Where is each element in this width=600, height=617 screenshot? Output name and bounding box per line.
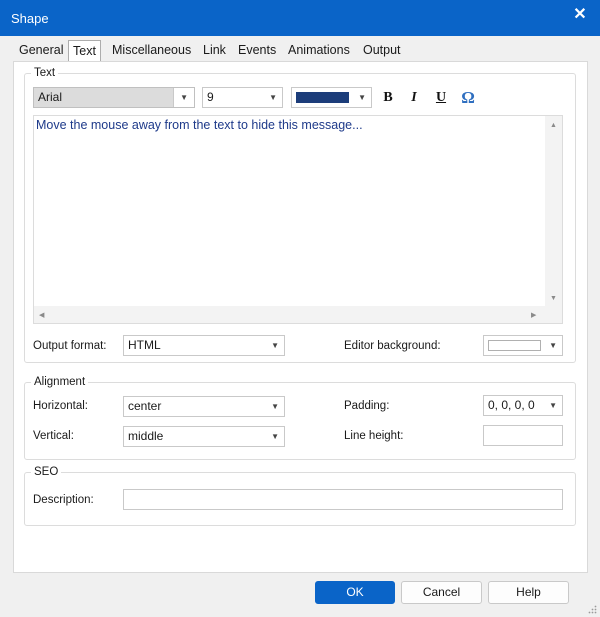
underline-button[interactable]: U [432,89,450,107]
window-title: Shape [11,11,49,26]
vertical-align-value: middle [128,429,164,443]
chevron-down-icon: ▼ [549,401,557,410]
chevron-down-icon: ▼ [358,93,366,102]
horizontal-label: Horizontal: [33,400,88,412]
tab-animations[interactable]: Animations [286,42,352,62]
ok-button[interactable]: OK [315,581,395,604]
line-height-input[interactable] [483,425,563,446]
scroll-left-icon[interactable]: ◀ [39,311,44,319]
padding-value: 0, 0, 0, 0 [488,398,535,412]
alignment-group [24,382,576,460]
vertical-label: Vertical: [33,430,74,442]
chevron-down-icon: ▼ [271,402,279,411]
font-size-select[interactable]: 9 ▼ [202,87,283,108]
output-format-value: HTML [128,338,161,352]
seo-group-label: SEO [31,466,62,478]
tab-general[interactable]: General [17,42,65,62]
insert-symbol-button[interactable]: Ω [459,89,477,107]
tab-text[interactable]: Text [68,40,101,62]
output-format-select[interactable]: HTML ▼ [123,335,285,356]
font-family-value: Arial [38,90,63,104]
text-group-label: Text [31,67,59,79]
bold-button[interactable]: B [379,89,397,107]
scroll-up-icon[interactable]: ▲ [550,122,557,129]
resize-grip-icon[interactable] [587,604,597,614]
tab-link[interactable]: Link [201,42,228,62]
chevron-down-icon: ▼ [180,93,188,102]
horizontal-align-select[interactable]: center ▼ [123,396,285,417]
text-editor[interactable]: Move the mouse away from the text to hid… [33,115,563,324]
vertical-scrollbar[interactable]: ▲ ▼ [545,116,562,307]
output-format-label: Output format: [33,340,107,352]
close-icon[interactable]: ✕ [570,5,590,25]
shape-dialog: Shape ✕ General Text Miscellaneous Link … [0,0,600,617]
line-height-label: Line height: [344,430,404,442]
vertical-align-select[interactable]: middle ▼ [123,426,285,447]
tab-events[interactable]: Events [236,42,278,62]
title-bar: Shape ✕ [0,0,600,36]
font-family-select[interactable]: Arial ▼ [33,87,195,108]
horizontal-align-value: center [128,399,162,413]
chevron-down-icon: ▼ [549,341,557,350]
chevron-down-icon: ▼ [271,341,279,350]
chevron-down-icon: ▼ [271,432,279,441]
font-size-value: 9 [207,90,214,104]
padding-label: Padding: [344,400,390,412]
editor-background-label: Editor background: [344,340,441,352]
font-color-swatch [296,92,349,103]
italic-button[interactable]: I [405,89,423,107]
alignment-group-label: Alignment [31,376,89,388]
help-button[interactable]: Help [488,581,569,604]
horizontal-scrollbar[interactable]: ◀ ▶ [34,306,545,323]
editor-content: Move the mouse away from the text to hid… [36,118,363,132]
cancel-button[interactable]: Cancel [401,581,482,604]
description-input[interactable] [123,489,563,510]
tab-output[interactable]: Output [361,42,403,62]
scroll-right-icon[interactable]: ▶ [531,311,536,319]
tab-miscellaneous[interactable]: Miscellaneous [110,42,193,62]
padding-select[interactable]: 0, 0, 0, 0 ▼ [483,395,563,416]
chevron-down-icon: ▼ [269,93,277,102]
editor-background-select[interactable]: ▼ [483,335,563,356]
editor-background-swatch [488,340,541,351]
description-label: Description: [33,494,94,506]
scroll-down-icon[interactable]: ▼ [550,295,557,302]
font-color-select[interactable]: ▼ [291,87,372,108]
